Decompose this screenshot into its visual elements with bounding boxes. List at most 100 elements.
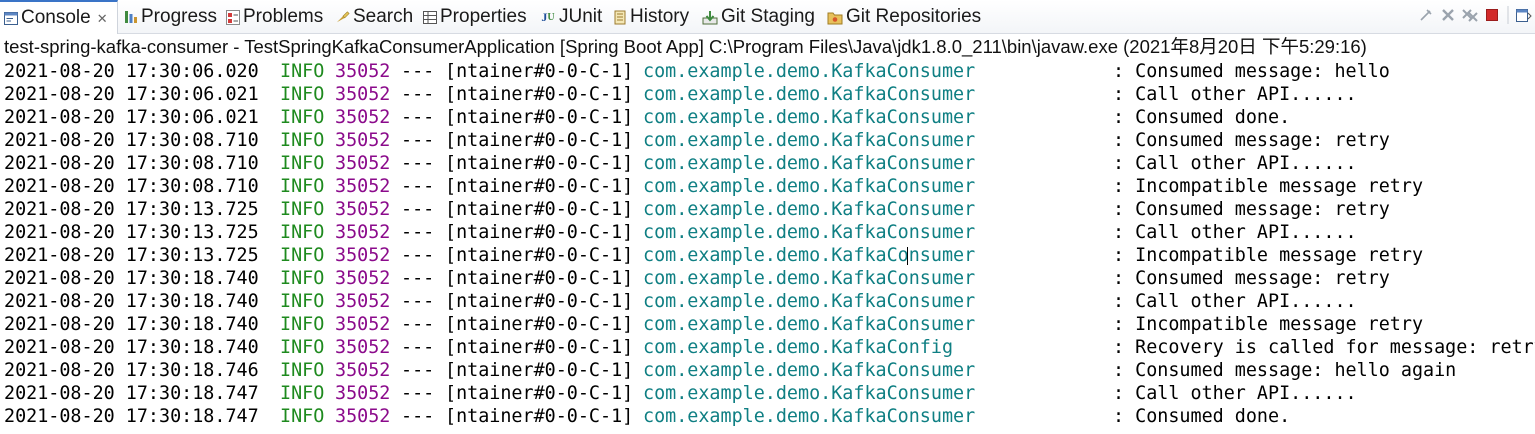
console-line: 2021-08-20 17:30:08.710 INFO 35052 --- [ntai… (4, 175, 1535, 198)
log-pid: 35052 (335, 291, 391, 312)
console-line: 2021-08-20 17:30:08.710 INFO 35052 --- [ntai… (4, 152, 1535, 175)
log-separator: --- (401, 314, 435, 335)
tab-git-staging[interactable]: Git Staging (702, 0, 815, 34)
log-level: INFO (280, 314, 325, 335)
tab-history[interactable]: History (613, 0, 689, 34)
log-timestamp: 2021-08-20 17:30:18.740 (4, 268, 259, 289)
log-separator: --- (401, 268, 435, 289)
log-pid: 35052 (335, 245, 391, 266)
log-timestamp: 2021-08-20 17:30:08.710 (4, 176, 259, 197)
problems-icon (226, 9, 240, 25)
log-timestamp: 2021-08-20 17:30:18.747 (4, 406, 259, 427)
log-message: : Incompatible message retry (1113, 314, 1424, 335)
log-thread: [ntainer#0-0-C-1] (445, 314, 634, 335)
console-toolbar (1415, 0, 1535, 30)
log-logger: com.example.demo.KafkaConsumer (643, 406, 976, 427)
text-caret (907, 247, 908, 265)
tab-search[interactable]: Search (336, 0, 413, 34)
log-timestamp: 2021-08-20 17:30:06.021 (4, 84, 259, 105)
log-timestamp: 2021-08-20 17:30:08.710 (4, 130, 259, 151)
console-line: 2021-08-20 17:30:18.746 INFO 35052 --- [ntai… (4, 359, 1535, 382)
tab-label: History (630, 6, 690, 27)
log-pid: 35052 (335, 176, 391, 197)
tab-properties[interactable]: Properties (423, 0, 527, 34)
log-thread: [ntainer#0-0-C-1] (445, 176, 634, 197)
close-icon[interactable]: ✕ (97, 12, 108, 27)
tab-label: Git Staging (721, 6, 815, 27)
tab-junit[interactable]: JU JUnit (540, 0, 602, 34)
console-line: 2021-08-20 17:30:18.740 INFO 35052 --- [ntai… (4, 290, 1535, 313)
log-logger: com.example.demo.KafkaConsumer (643, 153, 976, 174)
tab-label: JUnit (559, 6, 603, 27)
log-thread: [ntainer#0-0-C-1] (445, 130, 634, 151)
pin-icon[interactable] (1416, 5, 1436, 25)
log-pid: 35052 (335, 130, 391, 151)
log-pid: 35052 (335, 61, 391, 82)
log-level: INFO (280, 61, 325, 82)
log-pid: 35052 (335, 222, 391, 243)
log-timestamp: 2021-08-20 17:30:06.021 (4, 107, 259, 128)
log-logger: com.example.demo.KafkaConsumer (643, 314, 976, 335)
log-message: : Consumed done. (1113, 406, 1291, 427)
console-line: 2021-08-20 17:30:18.740 INFO 35052 --- [ntai… (4, 267, 1535, 290)
tab-label: Problems (243, 6, 324, 27)
search-icon (336, 9, 350, 25)
terminate-icon[interactable] (1482, 5, 1502, 25)
log-thread: [ntainer#0-0-C-1] (445, 245, 634, 266)
log-level: INFO (280, 84, 325, 105)
log-logger: com.example.demo.KafkaConsumer (643, 176, 976, 197)
log-pid: 35052 (335, 153, 391, 174)
log-separator: --- (401, 130, 435, 151)
remove-all-terminated-icon[interactable] (1460, 5, 1480, 25)
log-logger: com.example.demo.KafkaConsumer (643, 199, 976, 220)
log-timestamp: 2021-08-20 17:30:18.740 (4, 337, 259, 358)
log-level: INFO (280, 360, 325, 381)
log-logger: com.example.demo.KafkaConsumer (643, 245, 976, 266)
log-separator: --- (401, 199, 435, 220)
history-icon (613, 9, 627, 25)
log-timestamp: 2021-08-20 17:30:18.747 (4, 383, 259, 404)
log-message: : Call other API...... (1113, 84, 1357, 105)
log-level: INFO (280, 291, 325, 312)
log-timestamp: 2021-08-20 17:30:18.746 (4, 360, 259, 381)
tab-git-repositories[interactable]: Git Repositories (827, 0, 981, 34)
log-level: INFO (280, 222, 325, 243)
tab-problems[interactable]: Problems (226, 0, 323, 34)
tab-console[interactable]: Console ✕ (0, 0, 118, 34)
display-console-icon[interactable] (1514, 5, 1534, 25)
log-logger: com.example.demo.KafkaConsumer (643, 84, 976, 105)
log-pid: 35052 (335, 107, 391, 128)
log-thread: [ntainer#0-0-C-1] (445, 107, 634, 128)
console-line: 2021-08-20 17:30:13.725 INFO 35052 --- [ntai… (4, 198, 1535, 221)
tab-label: Search (353, 6, 414, 27)
git-repositories-icon (827, 9, 843, 25)
log-level: INFO (280, 337, 325, 358)
log-separator: --- (401, 84, 435, 105)
log-pid: 35052 (335, 360, 391, 381)
log-separator: --- (401, 153, 435, 174)
remove-launch-icon[interactable] (1438, 5, 1458, 25)
console-line: 2021-08-20 17:30:06.021 INFO 35052 --- [ntai… (4, 106, 1535, 129)
console-output[interactable]: 2021-08-20 17:30:06.020 INFO 35052 --- [ntai… (4, 60, 1535, 428)
log-timestamp: 2021-08-20 17:30:06.020 (4, 61, 259, 82)
log-logger: com.example.demo.KafkaConsumer (643, 107, 976, 128)
log-separator: --- (401, 337, 435, 358)
log-message: : Call other API...... (1113, 153, 1357, 174)
console-icon (4, 10, 18, 26)
log-timestamp: 2021-08-20 17:30:13.725 (4, 199, 259, 220)
log-message: : Consumed message: hello again (1113, 360, 1457, 381)
log-message: : Consumed message: hello (1113, 61, 1390, 82)
log-message: : Recovery is called for message: retry (1113, 337, 1535, 358)
log-message: : Consumed done. (1113, 107, 1291, 128)
log-message: : Consumed message: retry (1113, 130, 1390, 151)
console-line: 2021-08-20 17:30:06.021 INFO 35052 --- [ntai… (4, 83, 1535, 106)
log-thread: [ntainer#0-0-C-1] (445, 199, 634, 220)
tab-progress[interactable]: Progress (124, 0, 217, 34)
log-thread: [ntainer#0-0-C-1] (445, 337, 634, 358)
log-level: INFO (280, 107, 325, 128)
log-message: : Consumed message: retry (1113, 268, 1390, 289)
log-pid: 35052 (335, 268, 391, 289)
log-pid: 35052 (335, 383, 391, 404)
log-level: INFO (280, 199, 325, 220)
log-message: : Call other API...... (1113, 383, 1357, 404)
